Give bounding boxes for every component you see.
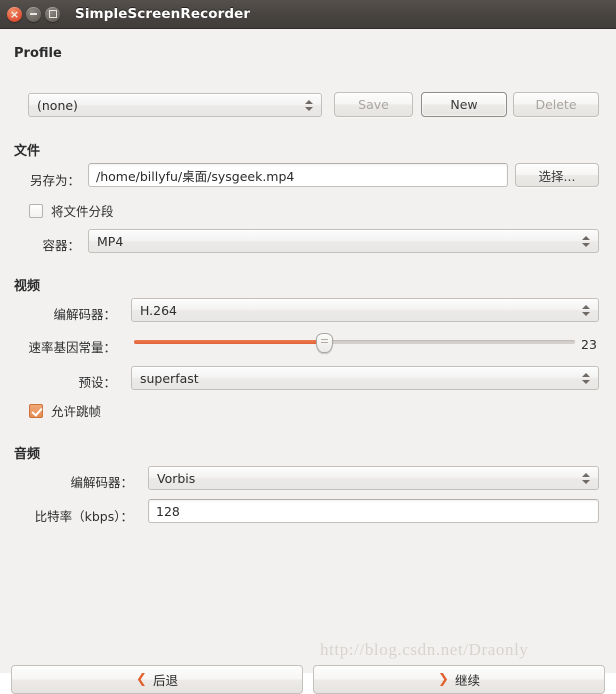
chevron-updown-icon bbox=[304, 99, 313, 111]
save-as-label: 另存为： bbox=[29, 173, 80, 188]
crf-value: 23 bbox=[581, 337, 597, 352]
crf-slider-fill bbox=[134, 340, 324, 344]
profile-select[interactable]: (none) bbox=[28, 93, 322, 117]
segment-file-checkbox-row[interactable]: 将文件分段 bbox=[29, 201, 114, 220]
container-select-value: MP4 bbox=[97, 233, 124, 249]
crf-label: 速率基因常量： bbox=[28, 340, 116, 355]
window-title: SimpleScreenRecorder bbox=[75, 6, 251, 22]
minimize-button[interactable] bbox=[26, 6, 41, 22]
save-as-input[interactable]: /home/billyfu/桌面/sysgeek.mp4 bbox=[88, 163, 508, 187]
profile-select-value: (none) bbox=[37, 97, 78, 113]
chevron-updown-icon bbox=[581, 372, 590, 384]
preset-select-value: superfast bbox=[140, 370, 199, 386]
preset-select[interactable]: superfast bbox=[131, 366, 599, 390]
container-label: 容器： bbox=[42, 238, 80, 253]
profile-save-button[interactable]: Save bbox=[334, 92, 413, 117]
preset-label: 预设： bbox=[78, 375, 116, 390]
audio-bitrate-label: 比特率（kbps）： bbox=[34, 509, 133, 524]
allow-frame-skip-label: 允许跳帧 bbox=[51, 404, 102, 419]
chevron-updown-icon bbox=[581, 472, 590, 484]
video-codec-select[interactable]: H.264 bbox=[131, 298, 599, 322]
audio-section-heading: 音频 bbox=[14, 447, 41, 462]
audio-codec-select-value: Vorbis bbox=[157, 470, 196, 486]
browse-button[interactable]: 选择... bbox=[515, 163, 599, 187]
audio-codec-label: 编解码器： bbox=[70, 475, 133, 490]
window-titlebar: SimpleScreenRecorder bbox=[0, 0, 616, 29]
minimize-icon bbox=[26, 7, 41, 22]
video-codec-label: 编解码器： bbox=[53, 307, 116, 322]
continue-button[interactable]: ❯ 继续 bbox=[313, 665, 605, 694]
crf-slider[interactable] bbox=[134, 332, 575, 353]
audio-codec-select[interactable]: Vorbis bbox=[148, 466, 599, 490]
file-section-heading: 文件 bbox=[14, 144, 41, 159]
maximize-button[interactable] bbox=[45, 6, 60, 22]
maximize-icon bbox=[45, 7, 60, 22]
profile-delete-button[interactable]: Delete bbox=[513, 92, 599, 117]
video-codec-select-value: H.264 bbox=[140, 302, 178, 318]
main-content: Profile (none) Save New Delete 文件 另存为： /… bbox=[0, 29, 616, 694]
allow-frame-skip-checkbox[interactable] bbox=[29, 403, 43, 418]
close-icon bbox=[7, 7, 22, 22]
container-select[interactable]: MP4 bbox=[88, 229, 599, 253]
allow-frame-skip-checkbox-row[interactable]: 允许跳帧 bbox=[29, 401, 101, 420]
chevron-updown-icon bbox=[581, 304, 590, 316]
chevron-updown-icon bbox=[581, 235, 590, 247]
chevron-right-icon: ❯ bbox=[438, 672, 449, 687]
audio-bitrate-input[interactable]: 128 bbox=[148, 499, 599, 523]
video-section-heading: 视频 bbox=[14, 279, 41, 294]
back-button[interactable]: ❮ 后退 bbox=[11, 665, 303, 694]
segment-file-label: 将文件分段 bbox=[51, 204, 114, 219]
close-button[interactable] bbox=[7, 6, 22, 22]
crf-slider-thumb[interactable] bbox=[316, 333, 334, 353]
chevron-left-icon: ❮ bbox=[136, 672, 147, 687]
profile-new-button[interactable]: New bbox=[421, 92, 507, 117]
profile-section-heading: Profile bbox=[14, 46, 62, 61]
segment-file-checkbox[interactable] bbox=[29, 203, 43, 218]
